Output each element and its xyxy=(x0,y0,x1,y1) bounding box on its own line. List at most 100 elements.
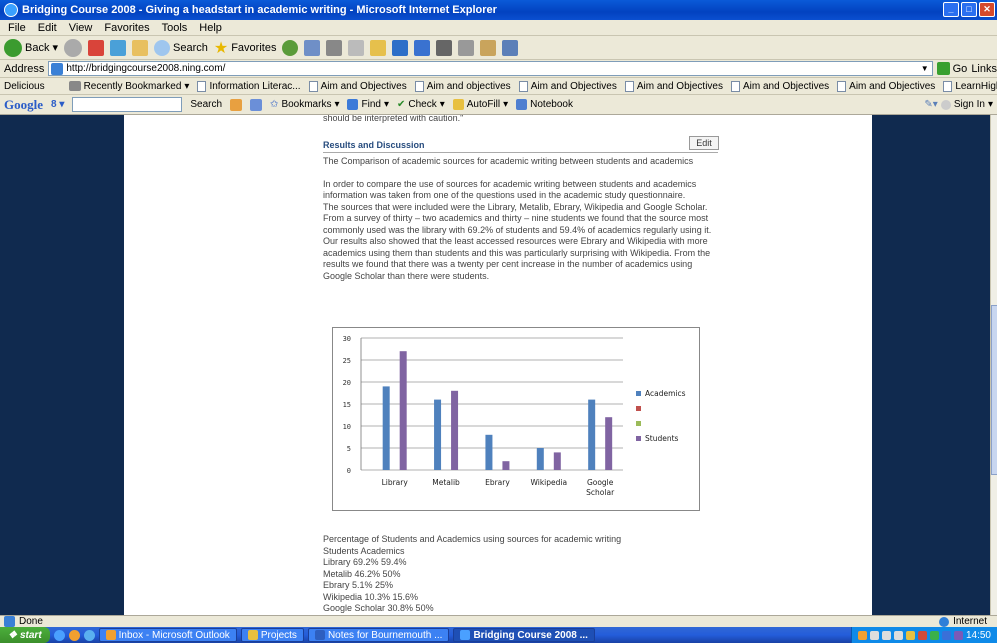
link-item[interactable]: LearnHigher xyxy=(943,80,997,92)
address-dropdown-icon[interactable]: ▼ xyxy=(921,64,932,73)
scrollbar-thumb[interactable] xyxy=(991,305,997,475)
search-button[interactable]: Search xyxy=(154,39,208,56)
tray-user-icon[interactable] xyxy=(905,630,915,640)
tray-network-icon[interactable] xyxy=(893,630,903,640)
folder-icon[interactable] xyxy=(370,39,387,56)
tag-icon[interactable] xyxy=(436,39,453,56)
link-item[interactable]: Aim and Objectives xyxy=(837,80,935,92)
status-text: Done xyxy=(19,616,43,627)
article-body: The Comparison of academic sources for a… xyxy=(323,156,718,282)
spellcheck-icon: ✔ xyxy=(396,99,406,110)
tray-shield-icon[interactable] xyxy=(941,630,951,640)
favorites-star-icon: ★ xyxy=(213,39,229,57)
screen-icon[interactable] xyxy=(502,39,519,56)
done-page-icon xyxy=(4,616,15,627)
delicious-label[interactable]: Delicious xyxy=(4,81,45,92)
google-signin-button[interactable]: ✎▾ Sign In ▾ xyxy=(924,99,997,110)
messenger-icon[interactable] xyxy=(392,39,409,56)
link-label: Information Literac... xyxy=(209,80,301,92)
menu-view[interactable]: View xyxy=(69,22,93,34)
section-heading: Results and Discussion xyxy=(323,140,718,153)
menu-favorites[interactable]: Favorites xyxy=(104,22,149,34)
search-icon xyxy=(154,39,170,56)
bar-academics xyxy=(536,448,544,470)
web-viewport: should be interpreted with caution." Res… xyxy=(0,115,990,615)
back-button[interactable]: Back ▾ xyxy=(4,38,58,57)
tray-security-icon[interactable] xyxy=(917,630,927,640)
tools-icon[interactable] xyxy=(480,39,497,56)
start-label: start xyxy=(19,629,42,641)
refresh-icon[interactable] xyxy=(110,39,126,56)
y-tick-label: 15 xyxy=(343,401,351,409)
page-icon xyxy=(308,80,318,92)
google-bookmarks-button[interactable]: ✩ Bookmarks ▾ xyxy=(270,99,339,110)
link-item[interactable]: Aim and Objectives xyxy=(518,80,617,92)
google-check-button[interactable]: ✔ Check ▾ xyxy=(397,99,445,110)
outlook-quicklaunch-icon[interactable] xyxy=(68,629,80,641)
tray-outlook-icon[interactable] xyxy=(857,630,867,640)
menu-tools[interactable]: Tools xyxy=(162,22,188,34)
zone-label: Internet xyxy=(953,616,987,627)
tray-network-icon[interactable] xyxy=(881,630,891,640)
link-item[interactable]: Information Literac... xyxy=(197,80,301,92)
link-item[interactable]: Aim and objectives xyxy=(414,80,511,92)
stop-icon[interactable] xyxy=(88,39,104,56)
mail-icon[interactable] xyxy=(304,39,321,56)
bookmarks-label: Bookmarks xyxy=(281,99,332,110)
find-label: Find xyxy=(361,99,381,110)
taskbar-item-outlook[interactable]: Inbox - Microsoft Outlook xyxy=(98,628,237,642)
discuss-icon[interactable] xyxy=(458,39,475,56)
link-item[interactable]: Aim and Objectives xyxy=(624,80,723,92)
recently-bookmarked-button[interactable]: Recently Bookmarked ▾ xyxy=(68,81,189,92)
bar-students xyxy=(553,452,561,470)
y-tick-label: 10 xyxy=(343,423,351,431)
address-input[interactable]: http://bridgingcourse2008.ning.com/ ▼ xyxy=(48,61,933,76)
start-button[interactable]: ❖ start xyxy=(0,627,50,643)
home-icon[interactable] xyxy=(132,39,148,56)
google-search-input[interactable] xyxy=(72,97,183,112)
link-item[interactable]: Aim and Objectives xyxy=(308,80,407,92)
tray-network-icon[interactable] xyxy=(869,630,879,640)
google-logo[interactable]: Google xyxy=(4,97,43,113)
table-line: Ebrary 5.1% 25% xyxy=(323,580,394,590)
forward-button[interactable] xyxy=(64,38,82,57)
link-item[interactable]: Aim and Objectives xyxy=(731,80,829,92)
google-autofill-button[interactable]: AutoFill ▾ xyxy=(452,99,508,110)
menu-file[interactable]: File xyxy=(8,22,26,34)
history-icon[interactable] xyxy=(282,39,299,56)
bar-chart: 0 5 10 15 20 25 30 Library Metalib Ebrary Wikipedi… xyxy=(332,327,700,511)
google-search-button[interactable]: Search xyxy=(190,99,222,110)
print-icon[interactable] xyxy=(326,39,343,56)
desktop-quicklaunch-icon[interactable] xyxy=(83,629,95,641)
google-find-button[interactable]: Find ▾ xyxy=(347,99,389,110)
tray-antivirus-icon[interactable] xyxy=(929,630,939,640)
google-news-icon[interactable] xyxy=(250,98,263,111)
address-label: Address xyxy=(4,62,45,75)
ie-quicklaunch-icon[interactable] xyxy=(53,629,65,641)
windows-taskbar: ❖ start Inbox - Microsoft Outlook Projec… xyxy=(0,627,997,643)
close-button[interactable]: ✕ xyxy=(979,2,995,17)
menu-edit[interactable]: Edit xyxy=(38,22,57,34)
maximize-button[interactable]: □ xyxy=(961,2,977,17)
minimize-button[interactable]: _ xyxy=(943,2,959,17)
taskbar-item-ie[interactable]: Bridging Course 2008 ... xyxy=(453,628,595,642)
links-label[interactable]: Links xyxy=(971,63,997,75)
tray-messenger-icon[interactable] xyxy=(953,630,963,640)
paragraph: The sources that were included were the … xyxy=(323,201,712,235)
page-icon xyxy=(414,80,424,92)
edit-page-icon[interactable] xyxy=(348,39,365,56)
taskbar-item-notes[interactable]: Notes for Bournemouth ... xyxy=(307,628,450,642)
favorites-button[interactable]: ★ Favorites xyxy=(214,38,277,58)
go-label: Go xyxy=(952,62,968,75)
menu-help[interactable]: Help xyxy=(199,22,222,34)
google-pagerank-icon[interactable] xyxy=(230,98,243,111)
go-button[interactable]: Go xyxy=(936,62,968,75)
vertical-scrollbar[interactable] xyxy=(990,115,997,615)
edit-button[interactable]: Edit xyxy=(689,136,719,150)
taskbar-item-projects[interactable]: Projects xyxy=(240,628,304,642)
research-icon[interactable] xyxy=(414,39,431,56)
link-label: Aim and objectives xyxy=(426,80,511,92)
page-icon xyxy=(197,80,207,92)
google-notebook-button[interactable]: Notebook xyxy=(516,99,573,110)
google-g-icon[interactable]: 8 ▾ xyxy=(51,99,64,110)
